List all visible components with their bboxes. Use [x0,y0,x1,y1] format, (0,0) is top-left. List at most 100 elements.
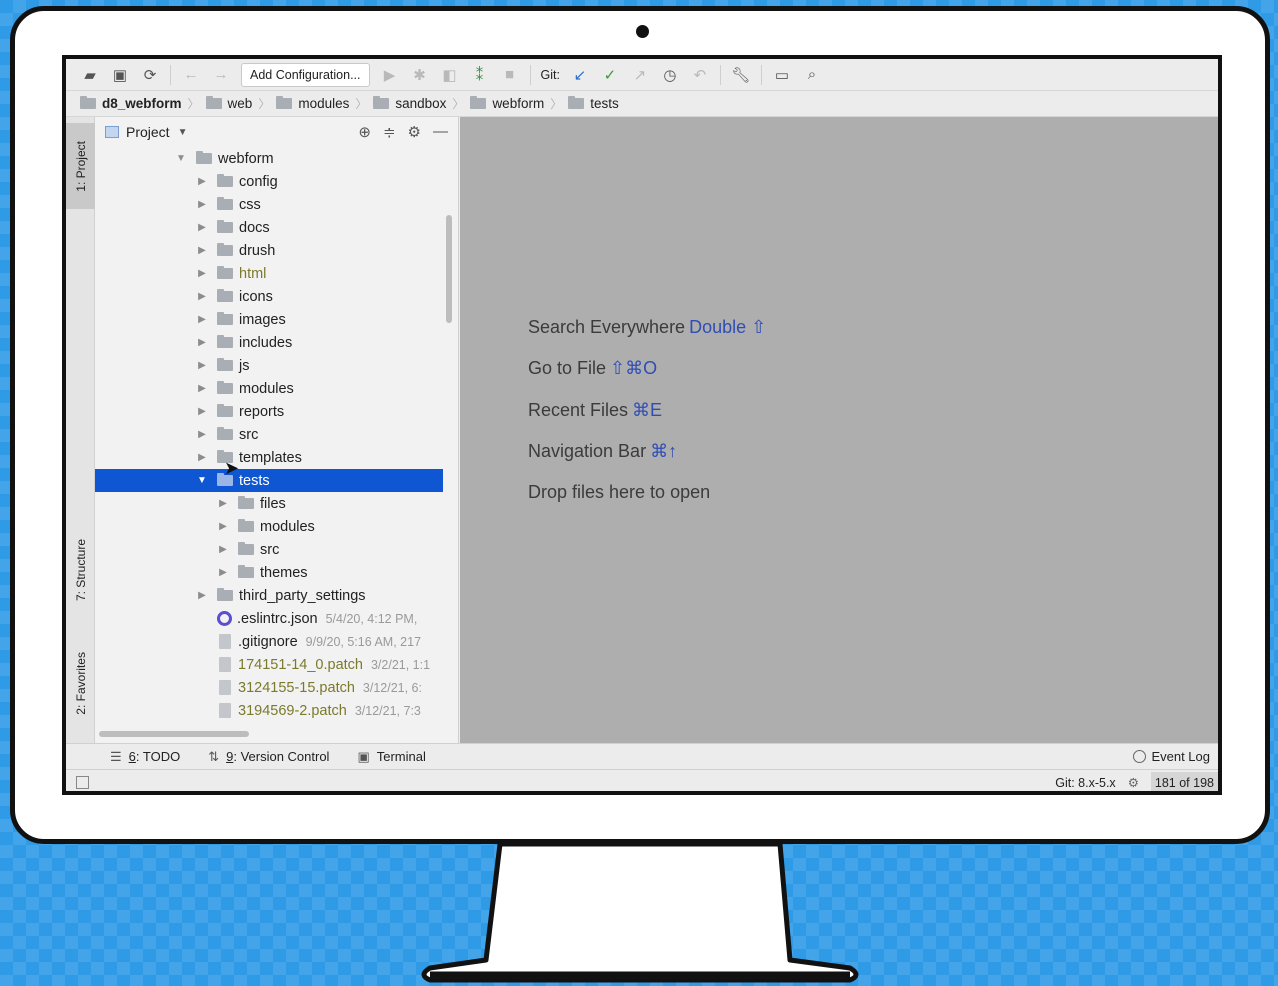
tree-row[interactable]: ▶ includes [95,331,458,354]
collapsed-arrow-icon[interactable]: ▶ [196,452,208,463]
collapsed-arrow-icon[interactable]: ▶ [217,567,229,578]
breadcrumb-item[interactable]: sandbox [373,96,446,111]
tree-row[interactable]: ▶ themes [95,561,458,584]
tree-row[interactable]: ▶ docs [95,216,458,239]
tree-row[interactable]: .eslintrc.json 5/4/20, 4:12 PM, [95,607,458,630]
hint-text: Navigation Bar [528,440,647,461]
git-rollback-icon[interactable]: ↶ [686,63,714,87]
expanded-arrow-icon[interactable]: ▼ [175,153,187,164]
horizontal-scrollbar[interactable] [99,731,249,737]
structure-tool-tab[interactable]: 7: Structure [66,525,95,615]
terminal-tool-button[interactable]: ▣ Terminal [357,749,425,765]
collapsed-arrow-icon[interactable]: ▶ [217,521,229,532]
profiler-icon[interactable]: ⁑ [466,63,494,87]
collapsed-arrow-icon[interactable]: ▶ [196,337,208,348]
project-view-selector[interactable]: Project [126,124,170,140]
memory-indicator[interactable]: 181 of 198 [1150,771,1218,791]
tree-row[interactable]: ▶ modules [95,515,458,538]
collapsed-arrow-icon[interactable]: ▶ [196,199,208,210]
tree-row[interactable]: ▶ files [95,492,458,515]
terminal-window-icon[interactable]: ▭ [768,63,796,87]
webcam-dot [636,25,649,38]
collapsed-arrow-icon[interactable]: ▶ [196,360,208,371]
coverage-icon[interactable]: ◧ [436,63,464,87]
collapsed-arrow-icon[interactable]: ▶ [196,314,208,325]
settings-wrench-icon[interactable]: 🔧︎ [727,63,755,87]
search-icon[interactable]: ⌕ [798,63,826,87]
vertical-scrollbar[interactable] [446,215,452,323]
breadcrumb-item[interactable]: modules [276,96,349,111]
breadcrumb-item[interactable]: web [205,96,252,111]
chevron-down-icon[interactable]: ▼ [178,127,188,138]
tree-row[interactable]: 3194569-2.patch 3/12/21, 7:3 [95,699,458,722]
debug-icon[interactable]: ✱ [406,63,434,87]
back-arrow-icon[interactable]: ← [177,63,205,87]
project-tool-tab[interactable]: 1: Project [66,123,95,209]
collapsed-arrow-icon[interactable]: ▶ [196,268,208,279]
tree-row[interactable]: ▼ webform [95,147,458,170]
expanded-arrow-icon[interactable]: ▼ [196,475,208,486]
eslint-file-icon [217,611,232,626]
tree-row[interactable]: ▶ modules [95,377,458,400]
todo-tool-button[interactable]: ☰ 6: TODO [110,749,180,765]
git-status-icon: ⚙ [1127,776,1139,790]
tree-row[interactable]: ▶ drush [95,239,458,262]
collapsed-arrow-icon[interactable]: ▶ [196,406,208,417]
sync-icon[interactable]: ⟳ [136,63,164,87]
empty-editor-area[interactable]: Search Everywhere Double ⇧ Go to File ⇧⌘O Re… [460,117,1218,743]
open-folder-icon[interactable]: ▰ [76,63,104,87]
tree-row[interactable]: ▶ html [95,262,458,285]
collapsed-arrow-icon[interactable]: ▶ [196,176,208,187]
tree-row[interactable]: ▶ reports [95,400,458,423]
tree-row[interactable]: ▶ config [95,170,458,193]
toggle-tool-windows-icon[interactable] [76,776,89,789]
file-metadata: 3/12/21, 7:3 [354,703,421,718]
hide-panel-icon[interactable]: — [433,123,448,141]
tree-row[interactable]: ▶ src [95,423,458,446]
locate-file-icon[interactable]: ⊕ [358,123,371,141]
collapsed-arrow-icon[interactable]: ▶ [196,291,208,302]
collapsed-arrow-icon[interactable]: ▶ [196,590,208,601]
collapsed-arrow-icon[interactable]: ▶ [217,544,229,555]
collapsed-arrow-icon[interactable]: ▶ [217,498,229,509]
collapsed-arrow-icon[interactable]: ▶ [196,429,208,440]
git-push-icon[interactable]: ↗ [626,63,654,87]
stop-icon[interactable]: ■ [496,63,524,87]
folder-icon [568,96,585,109]
git-update-icon[interactable]: ↙ [566,63,594,87]
tree-row[interactable]: ▶ js [95,354,458,377]
tree-row[interactable]: ▶ images [95,308,458,331]
save-icon[interactable]: ▣ [106,63,134,87]
run-icon[interactable]: ▶ [376,63,404,87]
folder-icon [217,588,233,601]
git-history-icon[interactable]: ◷ [656,63,684,87]
tree-row[interactable]: 174151-14_0.patch 3/2/21, 1:1 [95,653,458,676]
collapsed-arrow-icon[interactable]: ▶ [196,222,208,233]
tree-row[interactable]: ▼ tests [95,469,443,492]
breadcrumb-item[interactable]: webform [470,96,544,111]
forward-arrow-icon[interactable]: → [207,63,235,87]
tree-row[interactable]: ▶ css [95,193,458,216]
breadcrumb-item[interactable]: tests [568,96,619,111]
tree-row-label: config [239,173,278,190]
tree-row[interactable]: ▶ third_party_settings [95,584,458,607]
version-control-tool-button[interactable]: ⇅ 9: Version Control [208,749,329,765]
add-configuration-button[interactable]: Add Configuration... [241,62,370,87]
breadcrumb-item[interactable]: d8_webform [80,96,182,111]
tree-row-label: reports [239,403,285,420]
tree-row[interactable]: .gitignore 9/9/20, 5:16 AM, 217 [95,630,458,653]
git-branch-widget[interactable]: Git: 8.x-5.x [1055,776,1115,790]
favorites-tool-tab[interactable]: 2: Favorites [66,635,95,731]
mouse-pointer-icon: ➤ [224,458,240,478]
event-log-button[interactable]: Event Log [1133,749,1210,764]
gear-icon[interactable]: ⚙ [408,123,421,141]
tree-row[interactable]: ▶ src [95,538,458,561]
collapsed-arrow-icon[interactable]: ▶ [196,245,208,256]
tree-row[interactable]: ▶ icons [95,285,458,308]
collapsed-arrow-icon[interactable]: ▶ [196,383,208,394]
collapse-all-icon[interactable]: ≑ [383,123,396,141]
project-tree: ▼ webform ▶ config ▶ css ▶ docs ▶ drush ▶ html ▶ icon… [95,147,458,737]
tree-row[interactable]: 3124155-15.patch 3/12/21, 6: [95,676,458,699]
tree-row[interactable]: ▶ templates [95,446,458,469]
git-commit-icon[interactable]: ✓ [596,63,624,87]
